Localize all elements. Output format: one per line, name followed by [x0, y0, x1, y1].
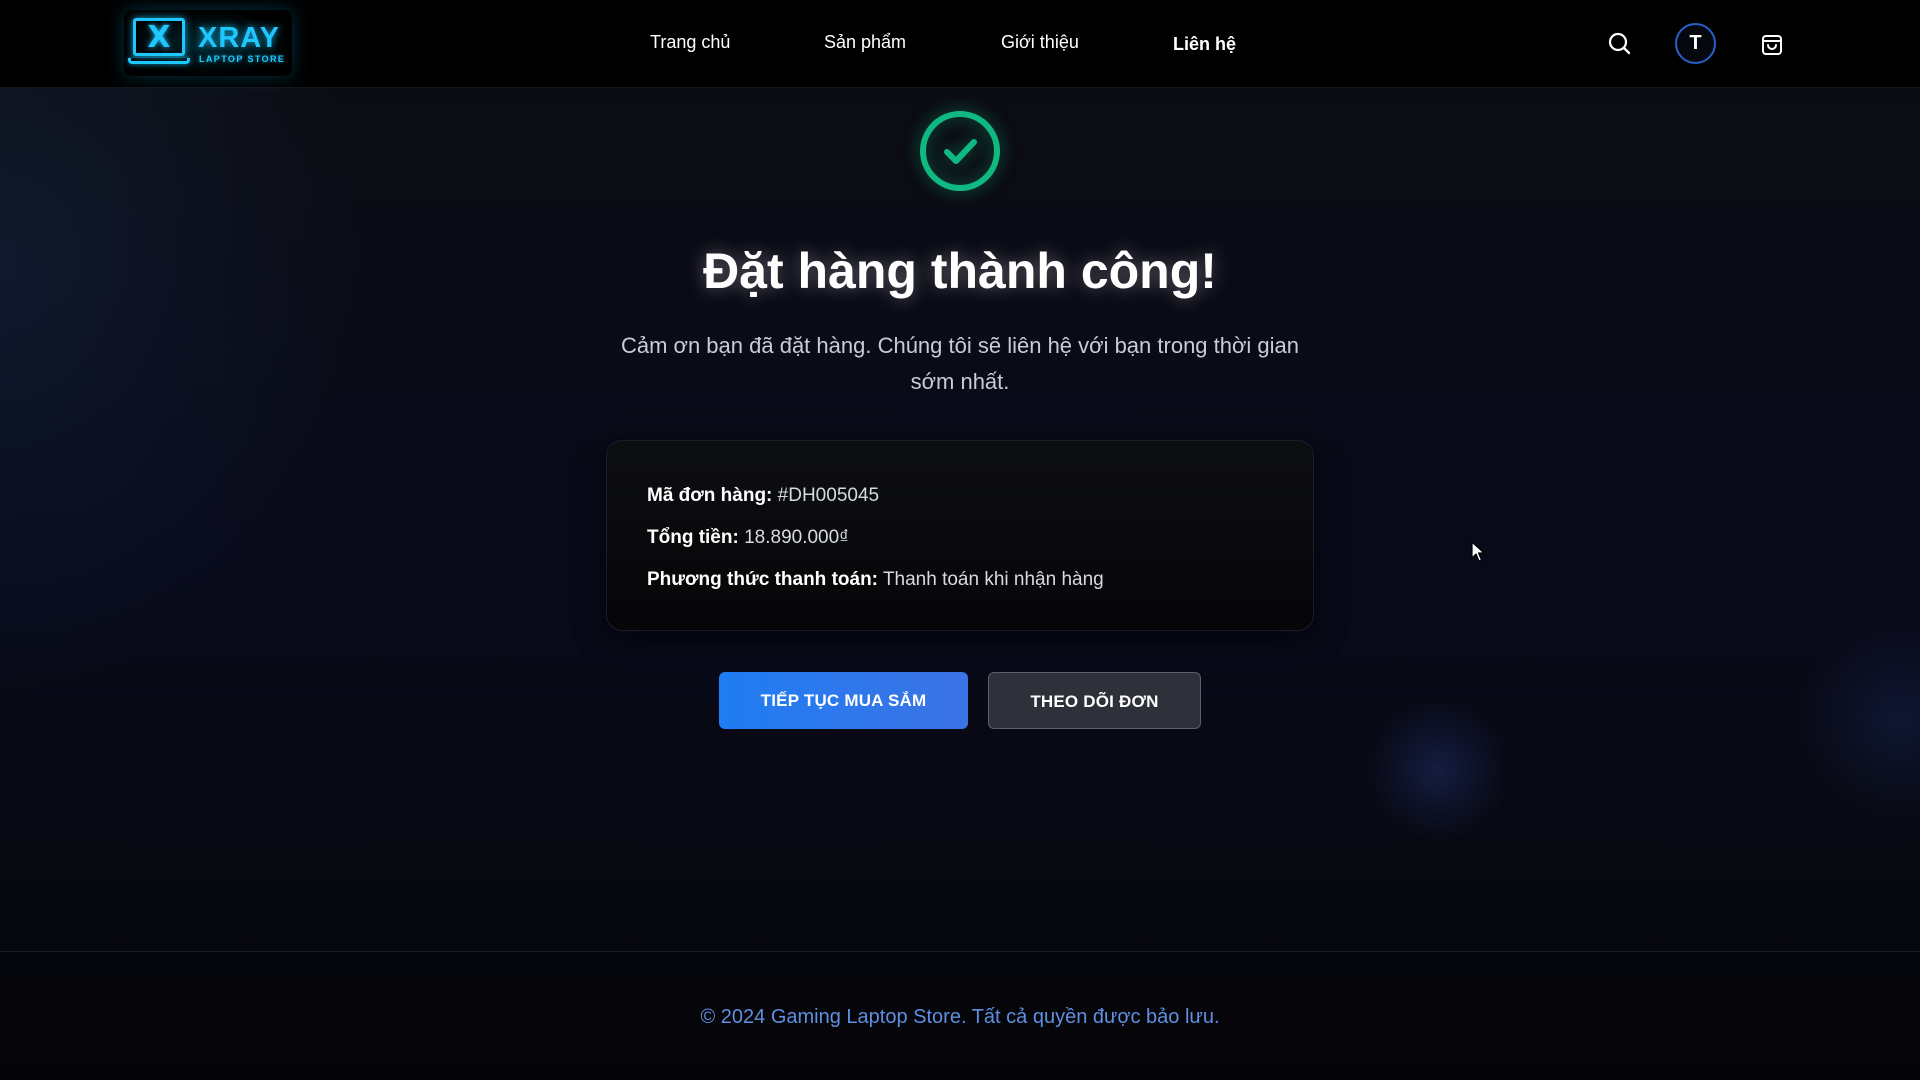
check-circle-icon: [917, 108, 1003, 194]
page-title: Đặt hàng thành công!: [703, 243, 1217, 299]
store-logo[interactable]: X XRAY LAPTOP STORE: [124, 10, 292, 76]
mouse-cursor-icon: [1471, 541, 1485, 568]
footer-divider: [0, 951, 1920, 952]
order-id-row: Mã đơn hàng: #DH005045: [647, 485, 879, 507]
order-id-label: Mã đơn hàng:: [647, 485, 773, 506]
order-total-row: Tổng tiền: 18.890.000₫: [647, 527, 849, 549]
laptop-logo-icon: X: [133, 18, 185, 56]
shopping-bag-icon[interactable]: [1754, 26, 1790, 62]
nav-link-home[interactable]: Trang chủ: [650, 32, 730, 53]
success-message: Cảm ơn bạn đã đặt hàng. Chúng tôi sẽ liê…: [620, 333, 1300, 394]
laptop-base-shape: [128, 58, 190, 64]
nav-link-contact[interactable]: Liên hệ: [1173, 34, 1236, 55]
user-avatar[interactable]: T: [1675, 23, 1716, 64]
nav-link-products[interactable]: Sản phẩm: [824, 32, 906, 53]
footer-copyright: © 2024 Gaming Laptop Store. Tất cả quyền…: [700, 1006, 1220, 1028]
order-total-value: 18.890.000₫: [744, 527, 849, 548]
continue-shopping-button[interactable]: TIẾP TỤC MUA SẮM: [719, 672, 968, 729]
logo-tagline: LAPTOP STORE: [199, 54, 286, 64]
order-summary-card: Mã đơn hàng: #DH005045 Tổng tiền: 18.890…: [606, 440, 1314, 631]
payment-method-label: Phương thức thanh toán:: [647, 569, 878, 590]
order-total-label: Tổng tiền:: [647, 527, 739, 548]
site-header: X XRAY LAPTOP STORE Trang chủ Sản phẩm G…: [0, 0, 1920, 88]
search-icon[interactable]: [1602, 26, 1638, 62]
track-order-button[interactable]: THEO DÕI ĐƠN: [988, 672, 1201, 729]
nav-link-about[interactable]: Giới thiệu: [1001, 32, 1079, 53]
payment-method-value: Thanh toán khi nhận hàng: [882, 569, 1104, 590]
logo-brand-text: XRAY: [198, 22, 280, 54]
order-id-value: #DH005045: [777, 485, 880, 506]
payment-method-row: Phương thức thanh toán: Thanh toán khi n…: [647, 569, 1104, 591]
